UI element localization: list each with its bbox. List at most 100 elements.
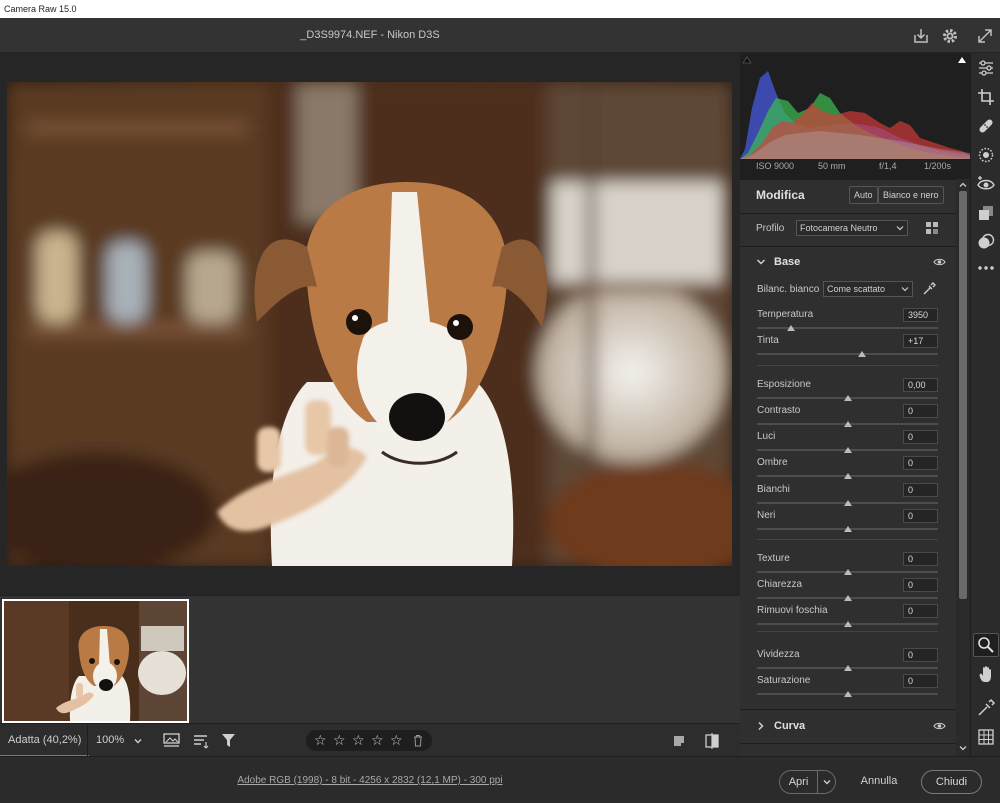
- edit-title: Modifica: [756, 188, 805, 202]
- chevron-down-icon[interactable]: [133, 736, 143, 746]
- slider-label: Tinta: [757, 335, 779, 346]
- cancel-button[interactable]: Annulla: [852, 770, 906, 794]
- close-button[interactable]: Chiudi: [921, 770, 982, 794]
- rating-star-3[interactable]: ☆: [352, 732, 365, 749]
- sampler-icon[interactable]: [976, 698, 996, 718]
- chevron-down-icon[interactable]: [958, 743, 968, 753]
- shutter-speed-value: 1/200s: [924, 161, 952, 171]
- crop-icon[interactable]: [976, 87, 996, 107]
- slider-track[interactable]: [757, 327, 938, 329]
- scrollbar-thumb[interactable]: [959, 191, 967, 599]
- slider-handle[interactable]: [843, 447, 852, 453]
- slider-handle[interactable]: [857, 351, 866, 357]
- slider-value-input[interactable]: 0: [903, 552, 938, 566]
- slider-value-input[interactable]: +17: [903, 334, 938, 348]
- slider-label: Texture: [757, 553, 790, 564]
- slider-handle[interactable]: [843, 473, 852, 479]
- zoom-icon[interactable]: [976, 635, 996, 655]
- filmstrip-display-icon[interactable]: [162, 732, 182, 749]
- gear-icon[interactable]: [940, 26, 960, 46]
- hand-icon[interactable]: [976, 664, 996, 684]
- slider-value-input[interactable]: 0: [903, 404, 938, 418]
- fullscreen-icon[interactable]: [975, 26, 995, 46]
- basic-section-title[interactable]: Base: [774, 256, 800, 268]
- red-eye-icon[interactable]: [976, 174, 996, 194]
- profile-dropdown[interactable]: Fotocamera Neutro: [796, 220, 908, 236]
- shadow-clipping-icon[interactable]: [742, 55, 752, 65]
- highlight-clipping-icon[interactable]: [957, 55, 967, 65]
- slider-value-input[interactable]: 3950: [903, 308, 938, 322]
- masking-icon[interactable]: [976, 145, 996, 165]
- open-options-button[interactable]: [817, 770, 836, 794]
- slider-value-input[interactable]: 0: [903, 509, 938, 523]
- rating-star-4[interactable]: ☆: [371, 732, 384, 749]
- slider-handle[interactable]: [787, 325, 796, 331]
- slider-handle[interactable]: [843, 595, 852, 601]
- aperture-value: f/1,4: [879, 161, 897, 171]
- iso-value: ISO 9000: [756, 161, 795, 171]
- white-balance-dropdown[interactable]: Come scattato: [823, 281, 913, 297]
- more-icon[interactable]: [976, 258, 996, 278]
- slider-handle[interactable]: [843, 500, 852, 506]
- edit-sliders-icon[interactable]: [976, 58, 996, 78]
- chevron-down-icon[interactable]: [756, 257, 766, 267]
- slider-handle[interactable]: [843, 665, 852, 671]
- healing-icon[interactable]: [976, 116, 996, 136]
- sort-icon[interactable]: [192, 733, 210, 749]
- slider-label: Temperatura: [757, 309, 814, 320]
- edit-panel: Modifica Auto Bianco e nero Profilo Foto…: [740, 179, 956, 756]
- slider-handle[interactable]: [843, 691, 852, 697]
- zoom-fit-button[interactable]: Adatta (40,2%): [0, 724, 90, 757]
- rating-control: ☆ ☆ ☆ ☆ ☆: [306, 730, 432, 751]
- presets-icon[interactable]: [976, 232, 996, 252]
- slider-value-input[interactable]: 0: [903, 648, 938, 662]
- chevron-up-icon[interactable]: [958, 180, 968, 190]
- filmstrip-thumbnail[interactable]: [2, 599, 189, 723]
- right-toolbar: [970, 53, 1000, 756]
- slider-value-input[interactable]: 0: [903, 674, 938, 688]
- curve-section-title[interactable]: Curva: [774, 720, 805, 732]
- bottom-toolbar: Adatta (40,2%) 100% ☆ ☆ ☆ ☆ ☆: [0, 723, 740, 757]
- rating-star-1[interactable]: ☆: [314, 732, 327, 749]
- photo-preview[interactable]: [7, 82, 732, 566]
- slider-handle[interactable]: [843, 621, 852, 627]
- slider-value-input[interactable]: 0: [903, 604, 938, 618]
- slider-handle[interactable]: [843, 569, 852, 575]
- white-balance-label: Bilanc. bianco: [757, 284, 820, 295]
- slider-label: Contrasto: [757, 405, 801, 416]
- profile-label: Profilo: [756, 223, 785, 234]
- chevron-down-icon: [823, 780, 830, 785]
- slider-handle[interactable]: [843, 421, 852, 427]
- slider-label: Luci: [757, 431, 776, 442]
- grid-icon[interactable]: [976, 727, 996, 747]
- slider-value-input[interactable]: 0,00: [903, 378, 938, 392]
- eye-icon[interactable]: [933, 257, 946, 267]
- snapshots-icon[interactable]: [976, 203, 996, 223]
- slider-track[interactable]: [757, 353, 938, 355]
- slider-label: Esposizione: [757, 379, 811, 390]
- toggle-background-icon[interactable]: [672, 734, 686, 748]
- open-button[interactable]: Apri: [779, 770, 817, 794]
- panel-scrollbar[interactable]: [956, 179, 970, 756]
- profile-browser-icon[interactable]: [925, 221, 939, 235]
- slider-value-input[interactable]: 0: [903, 578, 938, 592]
- workflow-options-link[interactable]: Adobe RGB (1998) - 8 bit - 4256 x 2832 (…: [0, 757, 740, 803]
- slider-value-input[interactable]: 0: [903, 430, 938, 444]
- auto-button[interactable]: Auto: [849, 186, 878, 204]
- rating-star-5[interactable]: ☆: [390, 732, 403, 749]
- image-preview-area[interactable]: [0, 53, 740, 595]
- eye-icon[interactable]: [933, 721, 946, 731]
- slider-value-input[interactable]: 0: [903, 456, 938, 470]
- trash-icon[interactable]: [412, 734, 424, 747]
- rating-star-2[interactable]: ☆: [333, 732, 346, 749]
- slider-handle[interactable]: [843, 526, 852, 532]
- before-after-icon[interactable]: [703, 732, 721, 750]
- black-white-button[interactable]: Bianco e nero: [878, 186, 944, 204]
- histogram[interactable]: ISO 9000 50 mm f/1,4 1/200s: [740, 53, 970, 179]
- slider-handle[interactable]: [843, 395, 852, 401]
- eyedropper-icon[interactable]: [922, 282, 936, 296]
- slider-value-input[interactable]: 0: [903, 483, 938, 497]
- filter-icon[interactable]: [220, 732, 238, 749]
- chevron-right-icon[interactable]: [756, 721, 766, 731]
- save-icon[interactable]: [911, 26, 931, 46]
